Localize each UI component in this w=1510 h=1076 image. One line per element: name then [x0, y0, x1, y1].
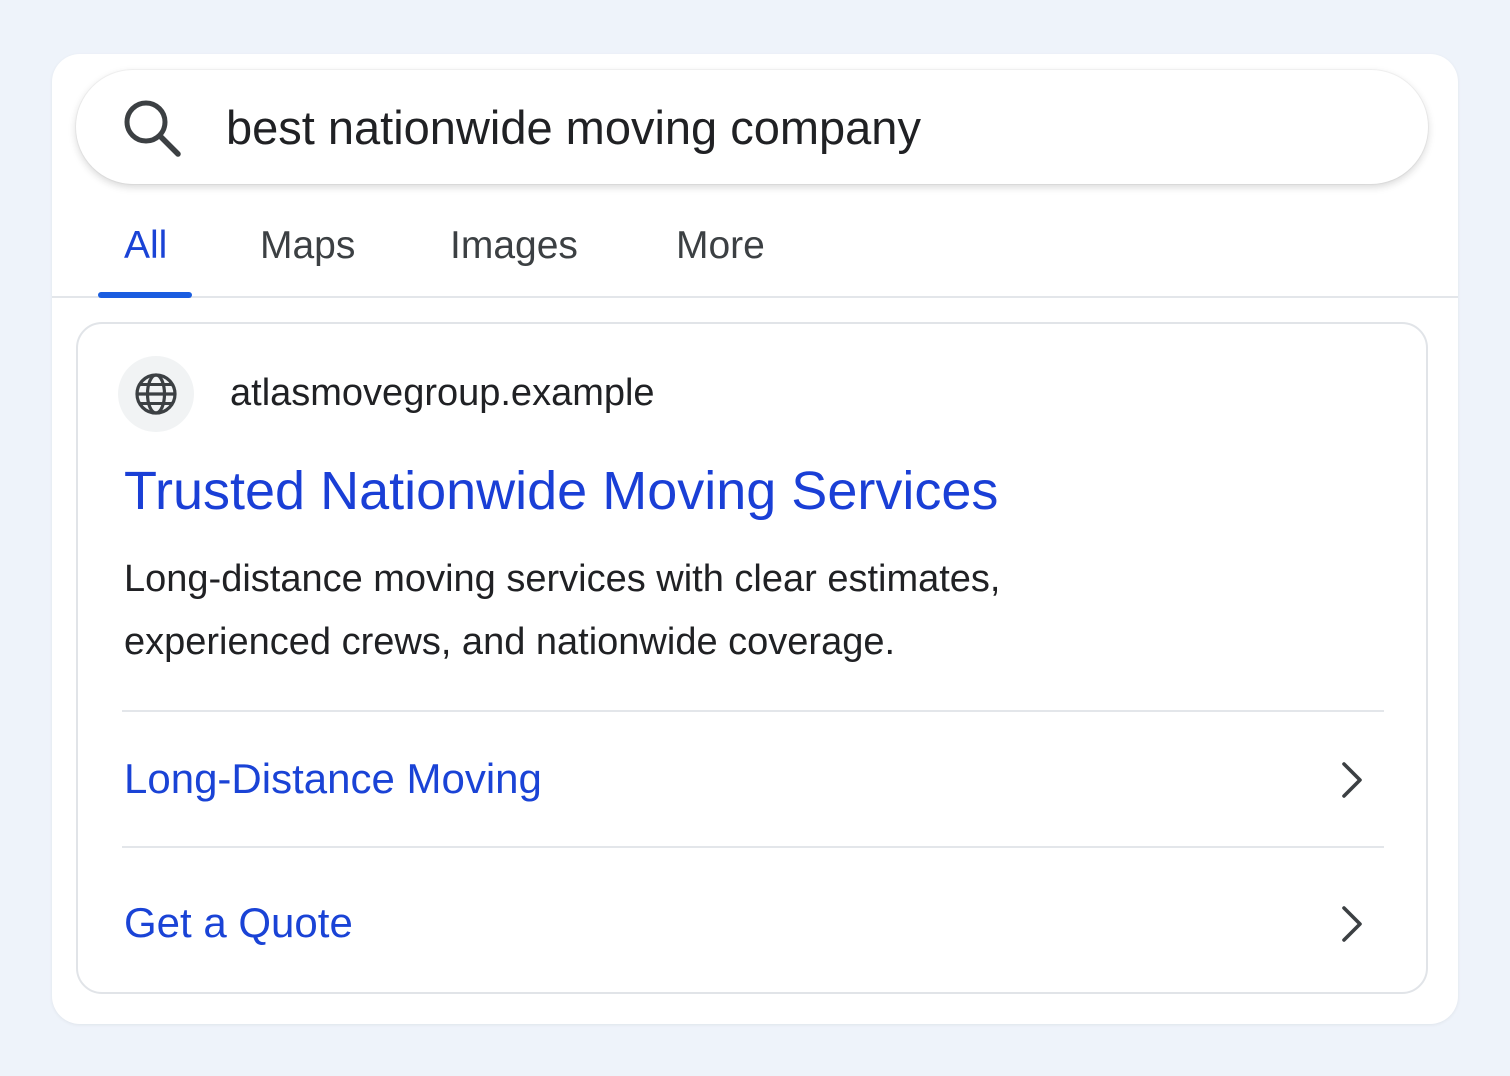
sitelink-long-distance-moving[interactable]: Long-Distance Moving — [122, 720, 1384, 840]
active-tab-indicator — [98, 292, 192, 298]
sitelink-label[interactable]: Get a Quote — [124, 896, 353, 950]
result-snippet-line-2: experienced crews, and nationwide covera… — [124, 621, 896, 663]
site-favicon — [118, 356, 194, 432]
tab-images[interactable]: Images — [450, 222, 578, 270]
result-snippet-line-1: Long-distance moving services with clear… — [124, 558, 1001, 600]
search-results-panel: All Maps Images More atlasmovegroup.exam… — [52, 54, 1458, 1024]
search-input[interactable] — [226, 90, 1326, 164]
result-snippet: Long-distance moving services with clear… — [124, 548, 1224, 674]
search-result-card: atlasmovegroup.example Trusted Nationwid… — [76, 322, 1428, 994]
chevron-right-icon[interactable] — [1334, 904, 1370, 944]
globe-icon — [135, 373, 177, 415]
chevron-right-icon[interactable] — [1334, 760, 1370, 800]
sitelinks-divider-middle — [122, 846, 1384, 848]
result-site-url[interactable]: atlasmovegroup.example — [230, 368, 655, 418]
tab-maps[interactable]: Maps — [260, 222, 355, 270]
sitelink-get-a-quote[interactable]: Get a Quote — [122, 864, 1384, 984]
search-icon[interactable] — [120, 96, 184, 160]
sitelinks-divider-top — [122, 710, 1384, 712]
tab-more[interactable]: More — [676, 222, 765, 270]
search-tabs: All Maps Images More — [52, 204, 1458, 298]
result-title-link[interactable]: Trusted Nationwide Moving Services — [124, 458, 998, 524]
sitelink-label[interactable]: Long-Distance Moving — [124, 752, 542, 806]
tab-all[interactable]: All — [124, 222, 167, 270]
search-bar[interactable] — [76, 70, 1428, 184]
